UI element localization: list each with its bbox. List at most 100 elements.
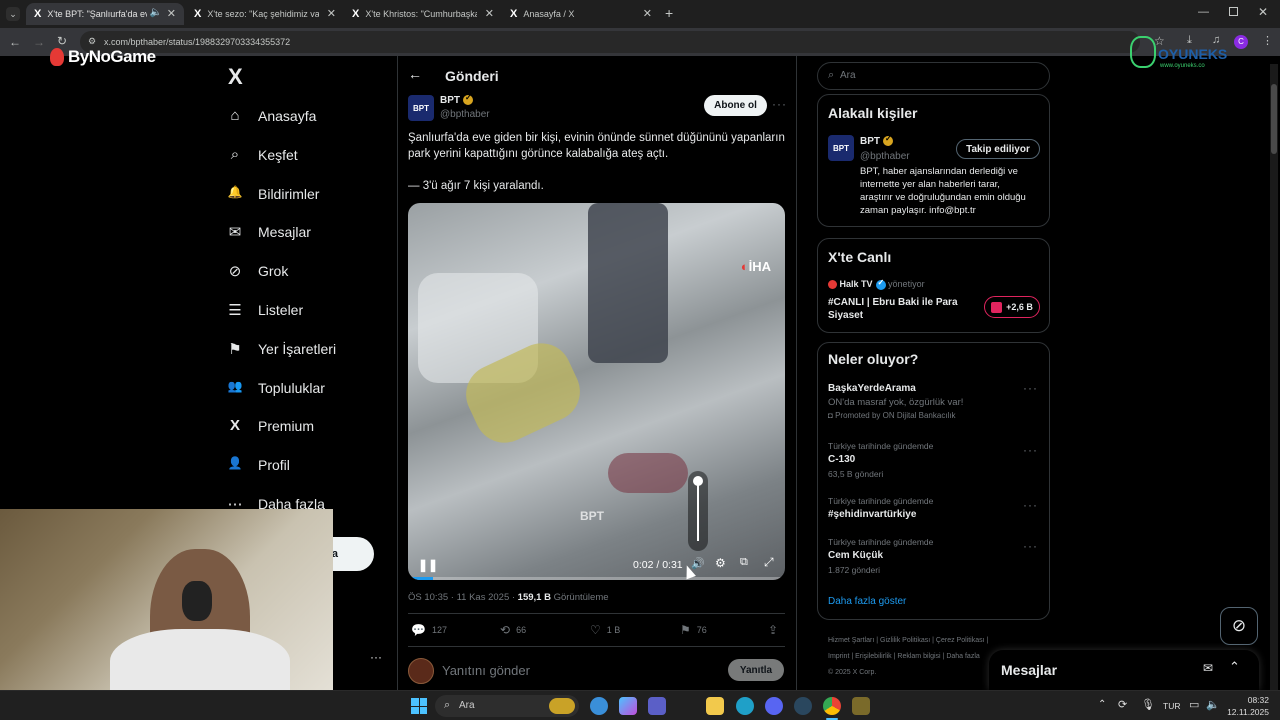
post-timestamp[interactable]: ÖS 10:35 · 11 Kas 2025 ·: [408, 592, 518, 603]
nav-item-bookmarks[interactable]: ⚑ Yer İşaretleri: [226, 337, 336, 361]
relevant-handle[interactable]: @bpthaber: [860, 151, 910, 162]
reply-action[interactable]: 💬 127: [411, 623, 447, 637]
search-box[interactable]: ⌕ Ara: [817, 62, 1050, 90]
author-handle[interactable]: @bpthaber: [440, 109, 490, 120]
nav-item-notifications[interactable]: 🔔 Bildirimler: [226, 182, 320, 206]
messages-drawer[interactable]: Mesajlar ✉ ⌃: [989, 650, 1259, 690]
minimize-icon[interactable]: —: [1198, 6, 1209, 18]
trend-item[interactable]: Türkiye tarihinde gündemde Cem Küçük 1.8…: [828, 537, 1038, 577]
fullscreen-icon[interactable]: ⤢: [764, 555, 774, 570]
trend-item[interactable]: Türkiye tarihinde gündemde #şehidinvartü…: [828, 496, 1038, 526]
close-tab-icon[interactable]: ✕: [643, 7, 652, 20]
footer-link[interactable]: Daha fazla: [946, 653, 979, 660]
close-tab-icon[interactable]: ✕: [485, 7, 494, 20]
browser-tab[interactable]: X Anasayfa / X ✕: [502, 3, 660, 25]
footer-link[interactable]: Gizlilik Politikası: [880, 637, 930, 644]
taskview-icon[interactable]: [590, 697, 608, 715]
show-more-link[interactable]: Daha fazla göster: [828, 596, 906, 607]
author-avatar[interactable]: BPT: [408, 95, 434, 121]
new-message-icon[interactable]: ✉: [1203, 661, 1213, 675]
scrollbar-thumb[interactable]: [1271, 84, 1277, 154]
browser-menu-icon[interactable]: ⋮: [1262, 34, 1273, 47]
trend-more-icon[interactable]: ···: [1023, 539, 1038, 553]
teams-icon[interactable]: [648, 697, 666, 715]
browser-tab[interactable]: X X'te BPT: "Şanlıurfa'da eve g 🔈 ✕: [26, 3, 184, 25]
trend-item[interactable]: BaşkaYerdeArama ON'da masraf yok, özgürl…: [828, 381, 1038, 427]
settings-icon[interactable]: ⚙: [715, 556, 726, 570]
grok-float-button[interactable]: ⊘: [1220, 607, 1258, 645]
volume-knob[interactable]: [693, 476, 703, 486]
tray-sync-icon[interactable]: ⟳: [1118, 698, 1127, 711]
bookmark-action[interactable]: ⚑ 76: [680, 623, 707, 637]
tray-mic-icon[interactable]: 🎙: [1141, 698, 1155, 711]
video-progress-track[interactable]: [408, 577, 785, 580]
nav-item-grok[interactable]: ⊘ Grok: [226, 259, 289, 283]
relevant-name-row[interactable]: BPT: [860, 134, 893, 147]
close-window-icon[interactable]: ✕: [1258, 5, 1268, 19]
live-listeners-pill[interactable]: +2,6 B: [984, 296, 1040, 318]
footer-link[interactable]: Hizmet Şartları: [828, 637, 874, 644]
reply-input[interactable]: Yanıtını gönder: [442, 663, 530, 678]
profile-avatar[interactable]: C: [1234, 35, 1248, 49]
close-tab-icon[interactable]: ✕: [327, 7, 336, 20]
site-info-icon[interactable]: ⚙: [88, 36, 96, 47]
x-logo[interactable]: X: [228, 64, 243, 90]
live-title-line[interactable]: Siyaset: [828, 310, 863, 321]
footer-link[interactable]: Çerez Politikası: [936, 637, 985, 644]
footer-link[interactable]: Imprint: [828, 653, 849, 660]
nav-item-profile[interactable]: 👤 Profil: [226, 453, 290, 477]
account-more-dots[interactable]: ···: [370, 650, 382, 664]
restore-icon[interactable]: [1229, 7, 1238, 16]
speaker-icon[interactable]: 🔈: [1206, 698, 1220, 711]
author-name[interactable]: BPT: [440, 95, 460, 106]
steam-icon[interactable]: [794, 697, 812, 715]
clock-date[interactable]: 12.11.2025: [1222, 707, 1269, 717]
edge-icon[interactable]: [736, 697, 754, 715]
url-text[interactable]: x.com/bpthaber/status/198832970333435537…: [104, 37, 290, 47]
discord-icon[interactable]: [765, 697, 783, 715]
video-player[interactable]: ◐İHA BPT ❚❚ 0:02 / 0:31 🔊 ⚙ ⧉ ⤢: [408, 203, 785, 580]
page-scrollbar[interactable]: [1270, 64, 1278, 690]
browser-tab[interactable]: X X'te Khristos: "Cumhurbaşkanı ✕: [344, 3, 502, 25]
author-name-row[interactable]: BPT: [440, 93, 473, 106]
tray-chevron-icon[interactable]: ⌃: [1098, 699, 1106, 710]
expand-up-icon[interactable]: ⌃: [1229, 659, 1240, 675]
following-button[interactable]: Takip ediliyor: [956, 139, 1040, 159]
new-tab-button[interactable]: +: [665, 5, 673, 21]
clock-time[interactable]: 08:32: [1229, 695, 1269, 705]
live-host-row[interactable]: Halk TV yönetiyor: [828, 278, 925, 290]
nav-item-messages[interactable]: ✉ Mesajlar: [226, 220, 311, 244]
network-icon[interactable]: ▭: [1189, 698, 1199, 711]
tab-list-dropdown-icon[interactable]: ⌄: [6, 7, 20, 21]
media-control-icon[interactable]: ♫: [1212, 34, 1220, 46]
trend-item[interactable]: Türkiye tarihinde gündemde C-130 63,5 B …: [828, 441, 1038, 481]
footer-link[interactable]: Erişilebilirlik: [855, 653, 892, 660]
windows-start-icon[interactable]: [411, 698, 427, 714]
copilot-icon[interactable]: [619, 697, 637, 715]
live-title-line[interactable]: #CANLI | Ebru Baki ile Para: [828, 297, 958, 308]
speaker-icon[interactable]: 🔈: [150, 7, 162, 18]
trend-more-icon[interactable]: ···: [1023, 443, 1038, 457]
reply-button[interactable]: Yanıtla: [728, 659, 784, 681]
taskbar-search[interactable]: ⌕ Ara: [435, 695, 579, 717]
pip-icon[interactable]: ⧉: [740, 556, 748, 569]
app-icon[interactable]: [852, 697, 870, 715]
pause-icon[interactable]: ❚❚: [418, 558, 438, 572]
reload-icon[interactable]: ↻: [57, 34, 67, 48]
browser-tab[interactable]: X X'te sezo: "Kaç şehidimiz var Al ✕: [186, 3, 344, 25]
file-explorer-icon[interactable]: [706, 697, 724, 715]
input-language[interactable]: TUR: [1163, 701, 1180, 711]
relevant-avatar[interactable]: BPT: [828, 135, 854, 161]
nav-item-explore[interactable]: ⌕ Keşfet: [226, 143, 298, 167]
trend-more-icon[interactable]: ···: [1023, 381, 1038, 395]
forward-icon[interactable]: →: [33, 35, 45, 49]
subscribe-button[interactable]: Abone ol: [704, 95, 767, 116]
footer-link[interactable]: Reklam bilgisi: [897, 653, 940, 660]
close-tab-icon[interactable]: ✕: [167, 7, 176, 20]
post-more-icon[interactable]: ···: [772, 97, 787, 111]
nav-item-premium[interactable]: X Premium: [226, 414, 314, 438]
back-icon[interactable]: ←: [9, 35, 21, 49]
nav-item-lists[interactable]: ☰ Listeler: [226, 298, 303, 322]
nav-item-communities[interactable]: 👥 Topluluklar: [226, 376, 325, 400]
volume-slider[interactable]: [688, 471, 708, 551]
